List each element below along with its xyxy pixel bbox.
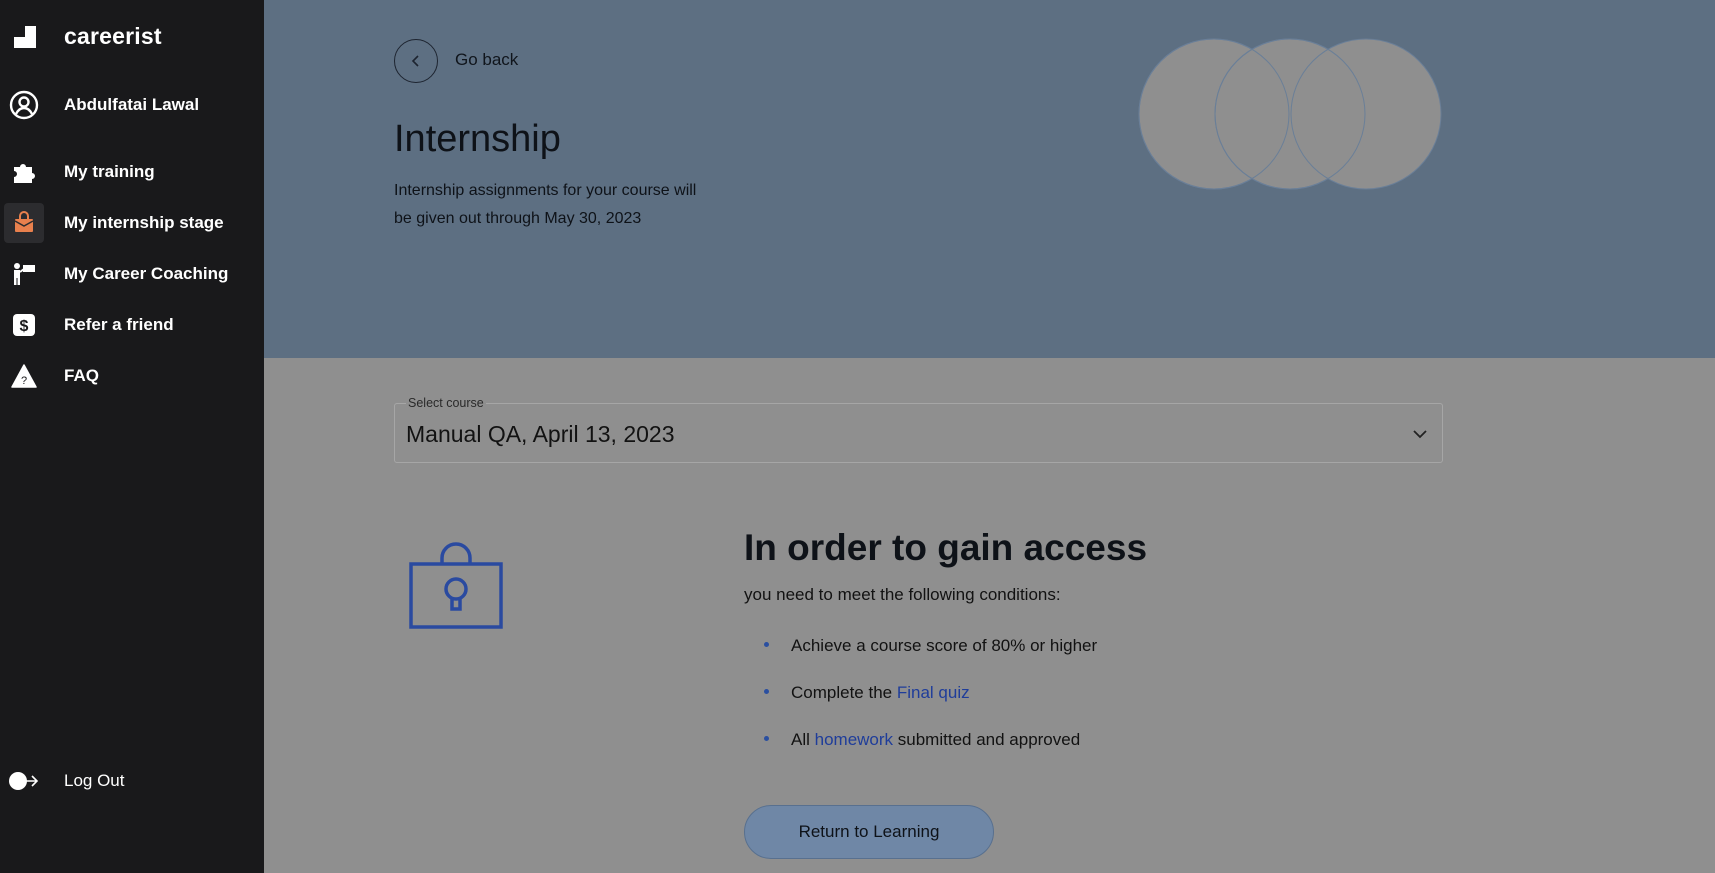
brand-logo[interactable]: careerist	[14, 23, 162, 49]
sidebar-item-refer-a-friend[interactable]: $ Refer a friend	[4, 305, 256, 345]
condition-text-before: Complete the	[791, 683, 897, 702]
sidebar-item-label: My internship stage	[64, 213, 224, 232]
course-select-value: Manual QA, April 13, 2023	[406, 421, 675, 447]
logout-icon	[4, 761, 44, 801]
access-subtitle: you need to meet the following condition…	[744, 585, 1061, 604]
sidebar-item-label: Refer a friend	[64, 315, 174, 334]
coaching-icon	[4, 254, 44, 294]
bullet	[764, 642, 769, 647]
back-link[interactable]: Go back	[455, 50, 518, 70]
sidebar-item-faq[interactable]: ? FAQ	[4, 356, 256, 396]
svg-text:$: $	[20, 318, 29, 335]
condition-text: Complete the Final quiz	[791, 683, 970, 703]
dollar-icon: $	[4, 305, 44, 345]
page-title: Internship	[394, 118, 561, 160]
brand-name: careerist	[64, 23, 162, 49]
condition-text-before: All	[791, 730, 815, 749]
access-title: In order to gain access	[744, 527, 1148, 568]
careerist-logo-icon	[14, 26, 36, 48]
return-to-learning-button[interactable]: Return to Learning	[744, 805, 994, 859]
back-button[interactable]	[394, 39, 438, 83]
sidebar-item-label: My Career Coaching	[64, 264, 229, 283]
sidebar: careerist Abdulfatai Lawal My training M…	[0, 0, 264, 873]
svg-text:?: ?	[21, 375, 27, 387]
briefcase-icon	[4, 203, 44, 243]
sidebar-item-my-internship-stage[interactable]: My internship stage	[4, 203, 256, 243]
decorative-circles-illustration	[1138, 38, 1442, 190]
warning-question-icon: ?	[4, 356, 44, 396]
bullet	[764, 689, 769, 694]
chevron-left-icon	[411, 55, 419, 67]
condition-text: All homework submitted and approved	[791, 730, 1080, 750]
sidebar-item-my-training[interactable]: My training	[4, 152, 256, 192]
condition-text-after: submitted and approved	[893, 730, 1081, 749]
final-quiz-link[interactable]: Final quiz	[897, 683, 970, 702]
sidebar-item-my-career-coaching[interactable]: My Career Coaching	[4, 254, 256, 294]
sidebar-item-label: FAQ	[64, 366, 99, 385]
condition-text: Achieve a course score of 80% or higher	[791, 636, 1098, 655]
course-select-label: Select course	[406, 396, 486, 410]
user-avatar-icon	[4, 85, 44, 125]
logout-button[interactable]: Log Out	[4, 761, 256, 801]
lock-icon	[409, 542, 503, 629]
logout-label: Log Out	[64, 771, 125, 790]
user-profile[interactable]: Abdulfatai Lawal	[4, 85, 256, 125]
puzzle-icon	[4, 152, 44, 192]
page-description: Internship assignments for your course w…	[394, 182, 697, 227]
sidebar-item-label: My training	[64, 162, 155, 181]
bullet	[764, 736, 769, 741]
user-name: Abdulfatai Lawal	[64, 95, 200, 114]
course-select[interactable]: Manual QA, April 13, 2023	[394, 403, 1443, 463]
homework-link[interactable]: homework	[815, 730, 893, 749]
chevron-down-icon	[1413, 430, 1427, 439]
